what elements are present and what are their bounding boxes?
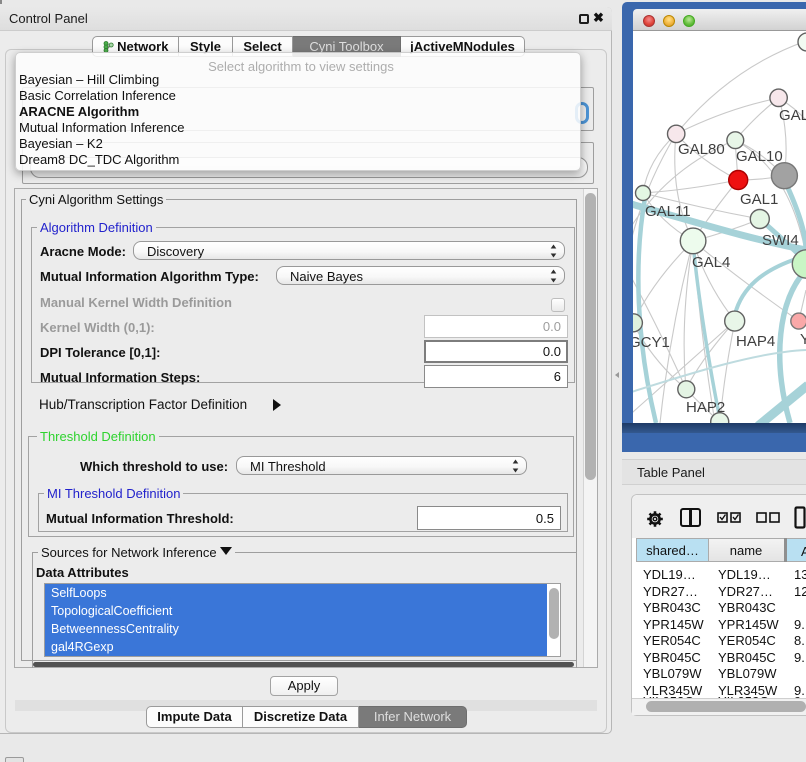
svg-text:GAL1: GAL1 bbox=[740, 191, 778, 208]
svg-text:SWI4: SWI4 bbox=[762, 232, 799, 249]
svg-text:GCY1: GCY1 bbox=[633, 334, 670, 351]
svg-text:GAL80: GAL80 bbox=[678, 141, 725, 158]
svg-text:GAL11: GAL11 bbox=[645, 203, 691, 220]
svg-text:Y: Y bbox=[800, 331, 806, 348]
svg-text:HAP2: HAP2 bbox=[686, 399, 725, 416]
svg-text:GAL4: GAL4 bbox=[692, 254, 730, 271]
svg-text:GAL10: GAL10 bbox=[736, 148, 783, 165]
svg-text:HAP4: HAP4 bbox=[736, 333, 775, 350]
svg-text:GAL2: GAL2 bbox=[779, 107, 806, 124]
